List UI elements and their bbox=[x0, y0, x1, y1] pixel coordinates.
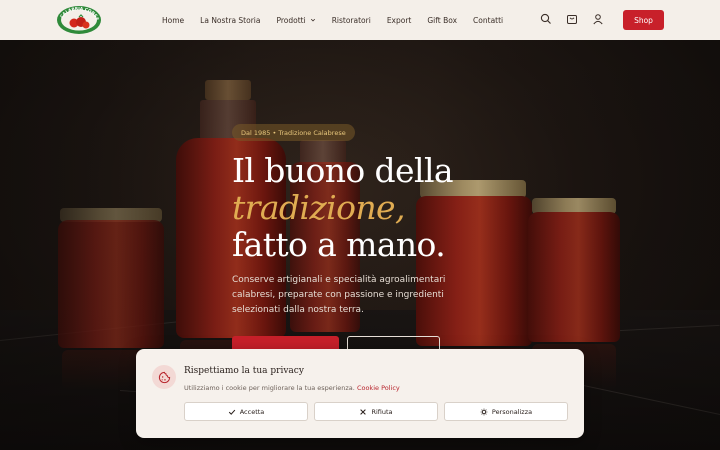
cookie-message: Utilizziamo i cookie per migliorare la t… bbox=[184, 384, 355, 392]
hero-title-highlight: tradizione, bbox=[232, 188, 405, 227]
shop-button[interactable]: Shop bbox=[623, 10, 664, 30]
nav-label: Gift Box bbox=[427, 15, 458, 25]
nav-label: Home bbox=[162, 15, 185, 25]
hero-description: Conserve artigianali e specialità agroal… bbox=[232, 275, 446, 315]
brand-logo[interactable]: CALABRIA CONSERVE bbox=[54, 1, 102, 35]
gear-icon bbox=[480, 408, 488, 415]
nav-giftbox[interactable]: Gift Box bbox=[427, 16, 457, 25]
chevron-down-icon bbox=[310, 18, 315, 22]
search-icon[interactable] bbox=[540, 13, 552, 25]
hero-badge: Dal 1985 • Tradizione Calabrese bbox=[232, 124, 355, 141]
nav-label: Ristoratori bbox=[331, 15, 371, 25]
nav-label: Export bbox=[386, 15, 412, 25]
cookie-banner: Rispettiamo la tua privacy Utilizziamo i… bbox=[136, 349, 584, 438]
close-icon bbox=[360, 408, 367, 415]
check-icon bbox=[228, 409, 235, 415]
nav-home[interactable]: Home bbox=[162, 16, 184, 25]
hero-title: Il buono della tradizione, fatto a mano. bbox=[232, 151, 454, 264]
cookie-policy-link[interactable]: Cookie Policy bbox=[357, 384, 400, 392]
nav-storia[interactable]: La Nostra Storia bbox=[200, 16, 260, 25]
cart-icon[interactable] bbox=[566, 13, 578, 25]
nav-label: Contatti bbox=[473, 15, 504, 25]
customize-label: Personalizza bbox=[491, 407, 533, 416]
accept-label: Accetta bbox=[239, 407, 265, 416]
nav-contatti[interactable]: Contatti bbox=[473, 16, 503, 25]
reject-label: Rifiuta bbox=[371, 407, 393, 416]
site-header: CALABRIA CONSERVE Home La Nostra Storia … bbox=[0, 0, 720, 40]
cookie-icon bbox=[158, 371, 170, 383]
customize-button[interactable]: Personalizza bbox=[444, 402, 568, 421]
accept-button[interactable]: Accetta bbox=[184, 402, 308, 421]
nav-label: La Nostra Storia bbox=[200, 15, 261, 25]
hero-title-line: fatto a mano. bbox=[232, 225, 446, 264]
cookie-text: Utilizziamo i cookie per migliorare la t… bbox=[184, 384, 400, 392]
cookie-title: Rispettiamo la tua privacy bbox=[184, 366, 304, 376]
reject-button[interactable]: Rifiuta bbox=[314, 402, 438, 421]
hero-title-line: Il buono della bbox=[232, 151, 454, 190]
user-icon[interactable] bbox=[592, 13, 604, 25]
cookie-icon-badge bbox=[152, 365, 176, 389]
nav-export[interactable]: Export bbox=[387, 16, 412, 25]
nav-label: Prodotti bbox=[276, 15, 306, 25]
nav-ristoratori[interactable]: Ristoratori bbox=[332, 16, 371, 25]
main-nav: Home La Nostra Storia Prodotti Ristorato… bbox=[162, 0, 519, 40]
nav-prodotti[interactable]: Prodotti bbox=[276, 16, 315, 25]
